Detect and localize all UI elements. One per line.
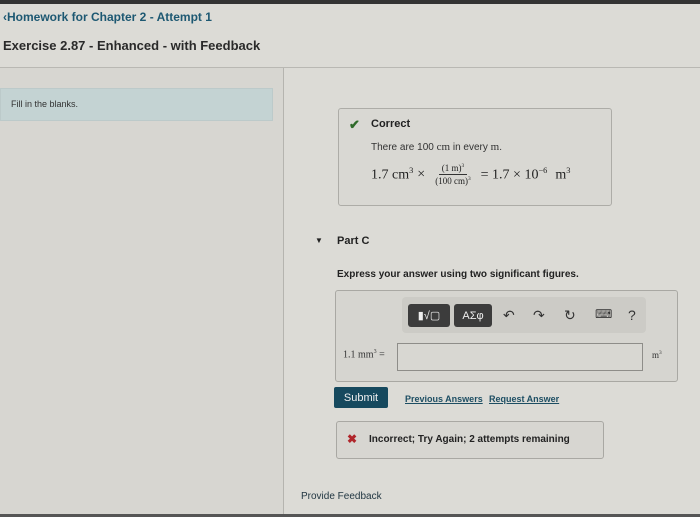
templates-icon: ▮√▢ bbox=[417, 310, 441, 322]
conversion-equation: 1.7 cm3 × (1 m)3 (100 cm)3 = 1.7 × 10−6 … bbox=[371, 163, 571, 186]
answer-lhs-label: 1.1 mm3 = bbox=[343, 349, 385, 361]
correct-feedback-box: ✔ Correct There are 100 cm in every m. 1… bbox=[338, 108, 612, 206]
part-c-title[interactable]: Part C bbox=[337, 235, 369, 247]
back-to-homework-link[interactable]: ‹Homework for Chapter 2 - Attempt 1 bbox=[3, 10, 212, 24]
redo-icon[interactable]: ↷ bbox=[533, 307, 545, 324]
symbols-button[interactable]: ΑΣφ bbox=[454, 304, 492, 327]
correct-status: Correct bbox=[371, 118, 411, 130]
answer-unit: m3 bbox=[652, 350, 662, 360]
provide-feedback-link[interactable]: Provide Feedback bbox=[301, 491, 382, 502]
triangle-down-icon[interactable]: ▼ bbox=[315, 236, 323, 245]
reset-icon[interactable]: ↻ bbox=[564, 307, 576, 324]
exercise-title: Exercise 2.87 - Enhanced - with Feedback bbox=[3, 38, 261, 53]
top-edge bbox=[0, 0, 700, 4]
check-icon: ✔ bbox=[349, 117, 360, 132]
templates-button[interactable]: ▮√▢ bbox=[408, 304, 450, 327]
request-answer-link[interactable]: Request Answer bbox=[489, 394, 559, 404]
answer-input[interactable] bbox=[397, 343, 643, 371]
help-button[interactable]: ? bbox=[628, 307, 636, 323]
keyboard-icon[interactable]: ⌨ bbox=[595, 307, 612, 321]
instructions-banner: Fill in the blanks. bbox=[0, 88, 273, 121]
conversion-fraction: (1 m)3 (100 cm)3 bbox=[435, 163, 471, 186]
x-icon: ✖ bbox=[347, 432, 358, 446]
greek-symbols-icon: ΑΣφ bbox=[462, 309, 484, 322]
left-panel bbox=[0, 68, 284, 517]
previous-answers-link[interactable]: Previous Answers bbox=[405, 394, 483, 404]
incorrect-status: Incorrect; Try Again; 2 attempts remaini… bbox=[369, 434, 570, 445]
submit-button[interactable]: Submit bbox=[334, 387, 388, 408]
answer-prompt: Express your answer using two significan… bbox=[337, 269, 579, 280]
math-toolbar: ▮√▢ ΑΣφ ↶ ↷ ↻ ⌨ ? bbox=[402, 297, 646, 333]
explanation-text: There are 100 cm in every m. bbox=[371, 141, 502, 153]
back-link-label: Homework for Chapter 2 - Attempt 1 bbox=[7, 10, 212, 24]
incorrect-feedback-box: ✖ Incorrect; Try Again; 2 attempts remai… bbox=[336, 421, 604, 459]
undo-icon[interactable]: ↶ bbox=[503, 307, 515, 324]
instructions-text: Fill in the blanks. bbox=[11, 99, 79, 109]
